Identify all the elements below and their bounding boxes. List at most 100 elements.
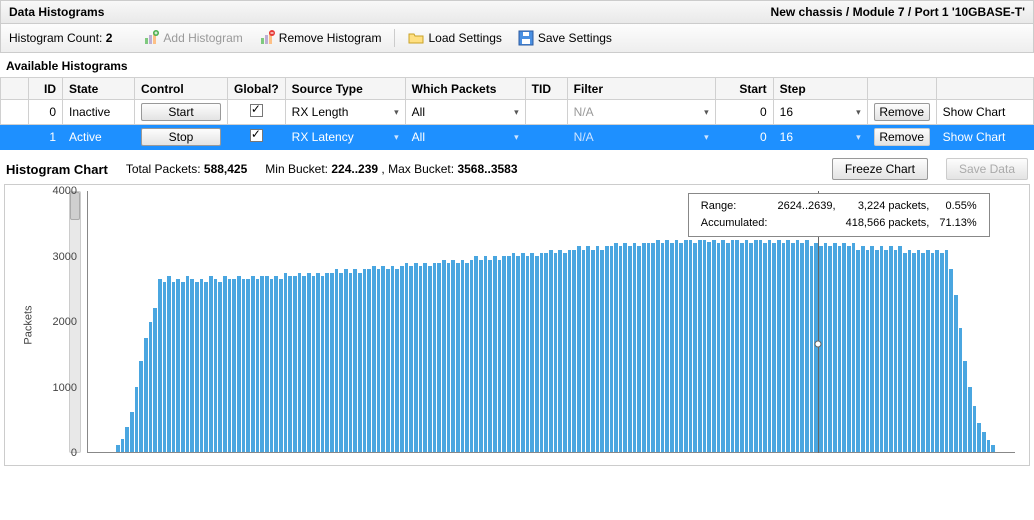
bar[interactable] <box>582 250 586 452</box>
col-filter[interactable]: Filter <box>567 78 715 100</box>
bar[interactable] <box>190 279 194 452</box>
bar[interactable] <box>740 243 744 452</box>
bar[interactable] <box>540 253 544 452</box>
bar[interactable] <box>926 250 930 452</box>
bar[interactable] <box>735 240 739 452</box>
row-selector[interactable] <box>1 100 29 125</box>
bar[interactable] <box>130 412 134 452</box>
bar[interactable] <box>623 243 627 452</box>
remove-row-button[interactable]: Remove <box>874 103 930 121</box>
bar[interactable] <box>800 243 804 452</box>
cell-tid[interactable] <box>525 125 567 150</box>
bar[interactable] <box>754 240 758 452</box>
table-row[interactable]: 1ActiveStopRX Latency▾All▾N/A▾016▾Remove… <box>1 125 1034 150</box>
bar[interactable] <box>395 269 399 452</box>
bar[interactable] <box>530 253 534 452</box>
bar[interactable] <box>684 240 688 452</box>
bar[interactable] <box>125 427 129 452</box>
bar[interactable] <box>284 273 288 452</box>
bar[interactable] <box>265 276 269 452</box>
bar[interactable] <box>437 263 441 452</box>
bar[interactable] <box>223 276 227 452</box>
bar[interactable] <box>563 253 567 452</box>
col-control[interactable]: Control <box>135 78 228 100</box>
bar[interactable] <box>307 273 311 452</box>
bar[interactable] <box>931 253 935 452</box>
bar[interactable] <box>833 243 837 452</box>
bar[interactable] <box>391 266 395 452</box>
bar[interactable] <box>614 243 618 452</box>
bar[interactable] <box>973 406 977 452</box>
bar[interactable] <box>824 243 828 452</box>
bar[interactable] <box>516 256 520 452</box>
row-selector[interactable] <box>1 125 29 150</box>
bar[interactable] <box>377 269 381 452</box>
bar[interactable] <box>288 276 292 452</box>
bar[interactable] <box>856 250 860 452</box>
bar[interactable] <box>707 242 711 452</box>
bar[interactable] <box>349 273 353 452</box>
bar[interactable] <box>512 253 516 452</box>
chart-area[interactable]: Packets 01000200030004000 Range: 2624..2… <box>4 184 1030 466</box>
bar[interactable] <box>577 246 581 452</box>
freeze-chart-button[interactable]: Freeze Chart <box>832 158 928 180</box>
bar[interactable] <box>861 246 865 452</box>
bar[interactable] <box>153 308 157 452</box>
bar[interactable] <box>218 282 222 452</box>
start-button[interactable]: Start <box>141 103 221 121</box>
bar[interactable] <box>982 432 986 452</box>
bar[interactable] <box>558 250 562 452</box>
bar[interactable] <box>647 243 651 452</box>
bar[interactable] <box>884 250 888 452</box>
bar[interactable] <box>628 246 632 452</box>
bar[interactable] <box>158 279 162 452</box>
bar[interactable] <box>270 279 274 452</box>
bar[interactable] <box>768 240 772 452</box>
bar[interactable] <box>763 243 767 452</box>
bar[interactable] <box>423 263 427 452</box>
cell-step[interactable]: 16▾ <box>773 125 867 150</box>
table-row[interactable]: 0InactiveStartRX Length▾All▾N/A▾016▾Remo… <box>1 100 1034 125</box>
bar[interactable] <box>195 282 199 452</box>
bar[interactable] <box>903 253 907 452</box>
bar[interactable] <box>894 250 898 452</box>
bar[interactable] <box>493 256 497 452</box>
bar[interactable] <box>176 279 180 452</box>
bar[interactable] <box>502 256 506 452</box>
bar[interactable] <box>991 445 995 452</box>
bar[interactable] <box>828 246 832 452</box>
bar[interactable] <box>572 250 576 452</box>
bar[interactable] <box>386 269 390 452</box>
bar[interactable] <box>600 250 604 452</box>
bar[interactable] <box>968 387 972 452</box>
bar[interactable] <box>675 240 679 452</box>
cell-source[interactable]: RX Length▾ <box>285 100 405 125</box>
bar[interactable] <box>167 276 171 452</box>
bar[interactable] <box>447 263 451 452</box>
global-checkbox[interactable] <box>250 129 263 142</box>
bar[interactable] <box>204 282 208 452</box>
bar[interactable] <box>866 250 870 452</box>
save-settings-button[interactable]: Save Settings <box>513 27 617 49</box>
bar[interactable] <box>772 243 776 452</box>
bar[interactable] <box>237 276 241 452</box>
bar[interactable] <box>339 273 343 452</box>
bar[interactable] <box>363 269 367 452</box>
bar[interactable] <box>777 240 781 452</box>
stop-button[interactable]: Stop <box>141 128 221 146</box>
bar[interactable] <box>921 253 925 452</box>
bar[interactable] <box>200 279 204 452</box>
bar[interactable] <box>805 240 809 452</box>
cell-global[interactable] <box>228 100 286 125</box>
bar[interactable] <box>414 263 418 452</box>
bar[interactable] <box>586 246 590 452</box>
bar[interactable] <box>749 243 753 452</box>
bar[interactable] <box>298 273 302 452</box>
bar[interactable] <box>498 260 502 452</box>
bar[interactable] <box>610 246 614 452</box>
bar[interactable] <box>293 276 297 452</box>
bar[interactable] <box>335 269 339 452</box>
col-id[interactable]: ID <box>29 78 63 100</box>
bar[interactable] <box>670 243 674 452</box>
bar[interactable] <box>791 243 795 452</box>
